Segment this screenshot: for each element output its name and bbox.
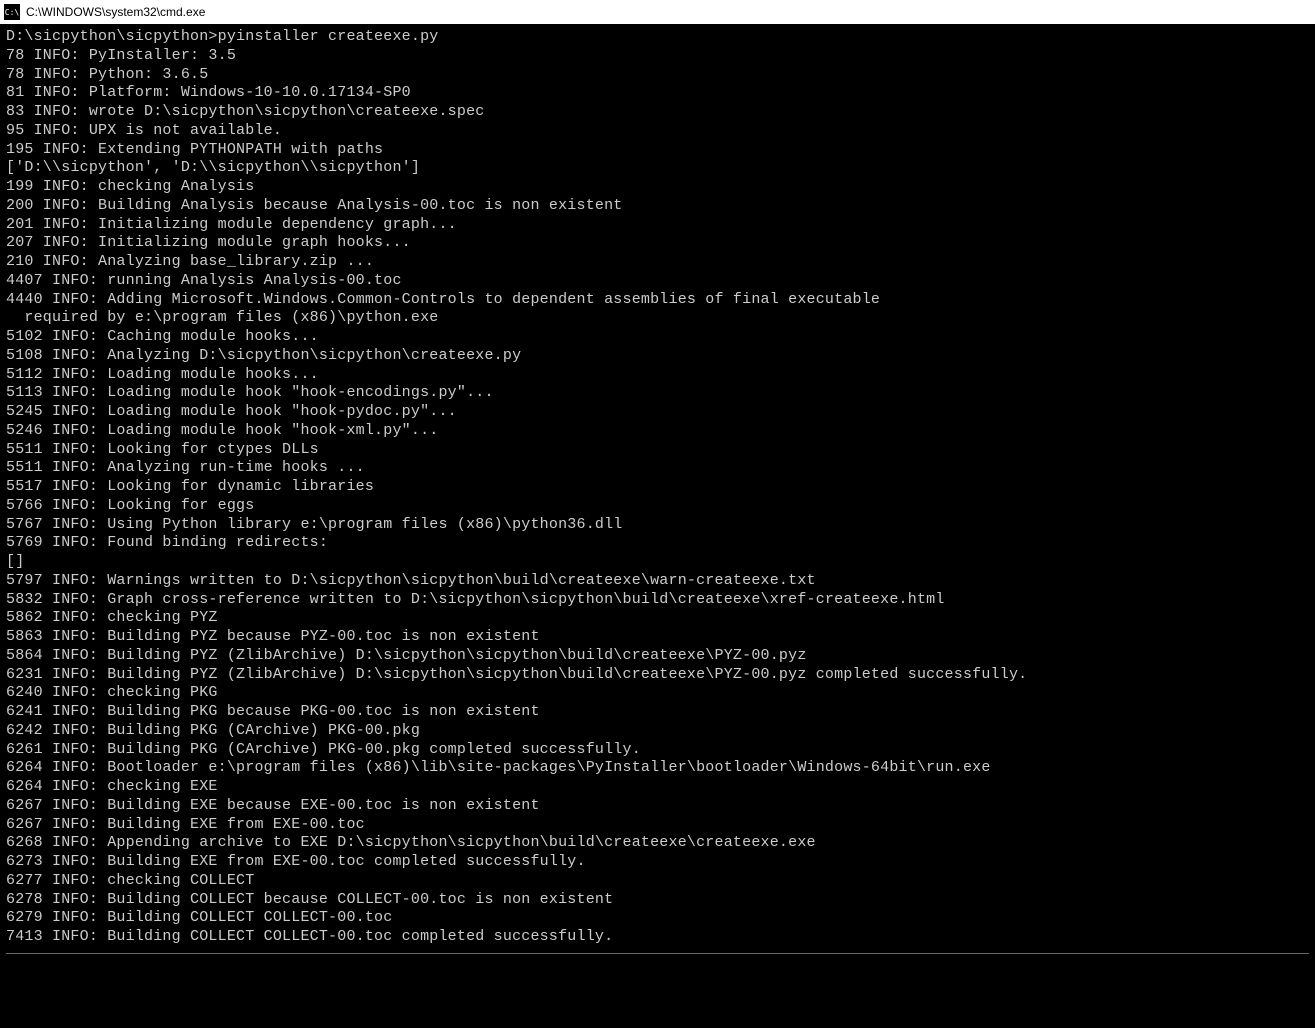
- terminal-line: 6240 INFO: checking PKG: [6, 684, 1309, 703]
- terminal-line: 5863 INFO: Building PYZ because PYZ-00.t…: [6, 628, 1309, 647]
- window-title: C:\WINDOWS\system32\cmd.exe: [26, 5, 205, 19]
- terminal-line: 6231 INFO: Building PYZ (ZlibArchive) D:…: [6, 666, 1309, 685]
- terminal-line: 7413 INFO: Building COLLECT COLLECT-00.t…: [6, 928, 1309, 947]
- terminal-line: 95 INFO: UPX is not available.: [6, 122, 1309, 141]
- terminal-line: 6277 INFO: checking COLLECT: [6, 872, 1309, 891]
- window-title-bar[interactable]: C:\ C:\WINDOWS\system32\cmd.exe: [0, 0, 1315, 24]
- terminal-line: 6278 INFO: Building COLLECT because COLL…: [6, 891, 1309, 910]
- terminal-line: 78 INFO: PyInstaller: 3.5: [6, 47, 1309, 66]
- terminal-line: 83 INFO: wrote D:\sicpython\sicpython\cr…: [6, 103, 1309, 122]
- terminal-line: 5245 INFO: Loading module hook "hook-pyd…: [6, 403, 1309, 422]
- terminal-line: 6264 INFO: checking EXE: [6, 778, 1309, 797]
- terminal-line: 5511 INFO: Analyzing run-time hooks ...: [6, 459, 1309, 478]
- cmd-icon: C:\: [4, 4, 20, 20]
- terminal-line: 5246 INFO: Loading module hook "hook-xml…: [6, 422, 1309, 441]
- terminal-line: 5797 INFO: Warnings written to D:\sicpyt…: [6, 572, 1309, 591]
- terminal-line: 5112 INFO: Loading module hooks...: [6, 366, 1309, 385]
- terminal-line: 6279 INFO: Building COLLECT COLLECT-00.t…: [6, 909, 1309, 928]
- terminal-line: 4440 INFO: Adding Microsoft.Windows.Comm…: [6, 291, 1309, 310]
- terminal-line: 6241 INFO: Building PKG because PKG-00.t…: [6, 703, 1309, 722]
- terminal-line: 5511 INFO: Looking for ctypes DLLs: [6, 441, 1309, 460]
- terminal-line: 5102 INFO: Caching module hooks...: [6, 328, 1309, 347]
- terminal-line: []: [6, 553, 1309, 572]
- terminal-line: 5767 INFO: Using Python library e:\progr…: [6, 516, 1309, 535]
- terminal-line: 6268 INFO: Appending archive to EXE D:\s…: [6, 834, 1309, 853]
- terminal-line: 207 INFO: Initializing module graph hook…: [6, 234, 1309, 253]
- terminal-line: 81 INFO: Platform: Windows-10-10.0.17134…: [6, 84, 1309, 103]
- terminal-line: 6242 INFO: Building PKG (CArchive) PKG-0…: [6, 722, 1309, 741]
- terminal-line: ['D:\\sicpython', 'D:\\sicpython\\sicpyt…: [6, 159, 1309, 178]
- terminal-line: 199 INFO: checking Analysis: [6, 178, 1309, 197]
- terminal-line: required by e:\program files (x86)\pytho…: [6, 309, 1309, 328]
- terminal-line: 5832 INFO: Graph cross-reference written…: [6, 591, 1309, 610]
- terminal-line: 5864 INFO: Building PYZ (ZlibArchive) D:…: [6, 647, 1309, 666]
- terminal-output[interactable]: D:\sicpython\sicpython>pyinstaller creat…: [0, 24, 1315, 958]
- terminal-line: D:\sicpython\sicpython>pyinstaller creat…: [6, 28, 1309, 47]
- terminal-line: 201 INFO: Initializing module dependency…: [6, 216, 1309, 235]
- terminal-line: 210 INFO: Analyzing base_library.zip ...: [6, 253, 1309, 272]
- terminal-line: 5766 INFO: Looking for eggs: [6, 497, 1309, 516]
- terminal-separator: [6, 953, 1309, 954]
- terminal-line: 6267 INFO: Building EXE because EXE-00.t…: [6, 797, 1309, 816]
- terminal-line: 78 INFO: Python: 3.6.5: [6, 66, 1309, 85]
- terminal-line: 6267 INFO: Building EXE from EXE-00.toc: [6, 816, 1309, 835]
- terminal-line: 5517 INFO: Looking for dynamic libraries: [6, 478, 1309, 497]
- terminal-line: 4407 INFO: running Analysis Analysis-00.…: [6, 272, 1309, 291]
- terminal-line: 6261 INFO: Building PKG (CArchive) PKG-0…: [6, 741, 1309, 760]
- terminal-line: 6264 INFO: Bootloader e:\program files (…: [6, 759, 1309, 778]
- terminal-line: 5769 INFO: Found binding redirects:: [6, 534, 1309, 553]
- terminal-line: 6273 INFO: Building EXE from EXE-00.toc …: [6, 853, 1309, 872]
- terminal-line: 195 INFO: Extending PYTHONPATH with path…: [6, 141, 1309, 160]
- terminal-line: 5862 INFO: checking PYZ: [6, 609, 1309, 628]
- terminal-line: 200 INFO: Building Analysis because Anal…: [6, 197, 1309, 216]
- terminal-line: 5108 INFO: Analyzing D:\sicpython\sicpyt…: [6, 347, 1309, 366]
- terminal-line: 5113 INFO: Loading module hook "hook-enc…: [6, 384, 1309, 403]
